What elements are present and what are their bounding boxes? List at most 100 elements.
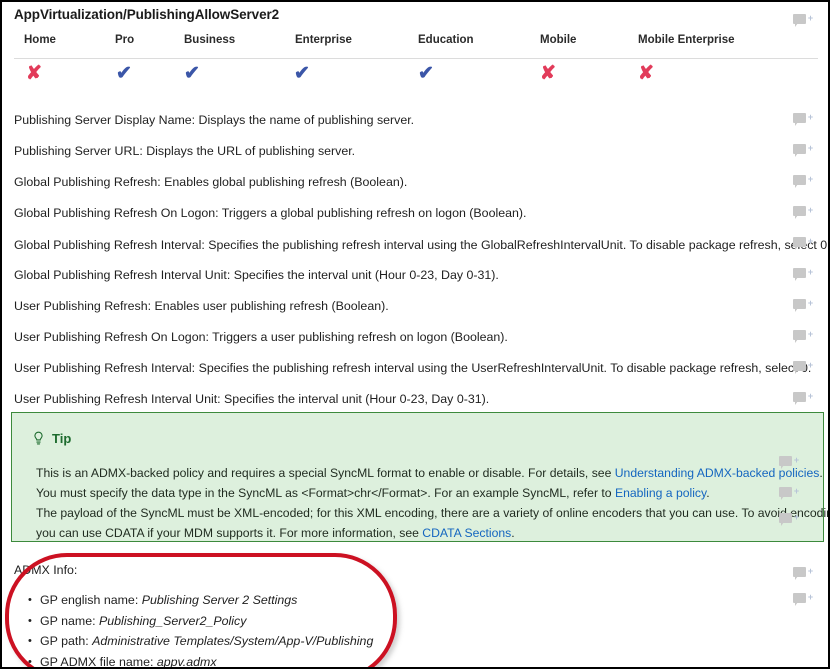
tip-text-line: You must specify the data type in the Sy… [36,483,710,503]
platform-column-header: Home [24,34,56,46]
tip-text: The payload of the SyncML must be XML-en… [36,506,830,520]
comment-add-icon[interactable]: + [793,592,815,606]
admx-item-value: Administrative Templates/System/App-V/Pu… [92,634,373,648]
policy-description-line: Publishing Server Display Name: Displays… [14,112,414,128]
policy-doc-page: AppVirtualization/PublishingAllowServer2… [0,0,830,669]
comment-add-icon[interactable]: + [793,360,815,374]
platform-column-header: Mobile Enterprise [638,34,735,46]
unsupported-cross-icon: ✘ [638,62,654,86]
speech-bubble-icon [793,593,806,603]
admx-info-label: ADMX Info: [14,563,77,577]
policy-description-line: User Publishing Refresh Interval: Specif… [14,360,811,376]
plus-icon: + [807,145,814,152]
unsupported-cross-icon: ✘ [540,62,556,86]
plus-icon: + [807,393,814,400]
comment-add-icon[interactable]: + [779,455,801,469]
lightbulb-icon [32,431,45,446]
tip-link[interactable]: Enabling a policy [615,486,706,500]
speech-bubble-icon [793,175,806,185]
policy-description-line: User Publishing Refresh: Enables user pu… [14,298,389,314]
tip-title: Tip [52,431,71,446]
supported-check-icon: ✔ [184,62,200,86]
tip-text: You must specify the data type in the Sy… [36,486,615,500]
speech-bubble-icon [793,14,806,24]
plus-icon: + [807,238,814,245]
tip-text: . [706,486,709,500]
admx-info-item: GP english name: Publishing Server 2 Set… [14,590,373,611]
admx-item-label: GP name: [40,614,99,628]
comment-add-icon[interactable]: + [779,512,801,526]
tip-text: . [511,526,514,540]
platform-column-header: Pro [115,34,134,46]
platform-header-row: Home Pro Business Enterprise Education Mobile… [2,34,830,56]
tip-text-line: you can use CDATA if your MDM supports i… [36,523,515,543]
supported-check-icon: ✔ [116,62,132,86]
comment-add-icon[interactable]: + [793,298,815,312]
tip-text-line: The payload of the SyncML must be XML-en… [36,503,830,523]
comment-add-icon[interactable]: + [793,143,815,157]
admx-item-label: GP path: [40,634,92,648]
page-title: AppVirtualization/PublishingAllowServer2 [14,7,279,22]
platform-column-header: Enterprise [295,34,352,46]
comment-add-icon[interactable]: + [793,205,815,219]
tip-link[interactable]: CDATA Sections [422,526,511,540]
admx-info-list: GP english name: Publishing Server 2 Set… [14,590,373,669]
policy-description-line: Global Publishing Refresh On Logon: Trig… [14,205,526,221]
admx-item-value: appv.admx [157,655,217,669]
plus-icon: + [807,176,814,183]
plus-icon: + [793,488,800,495]
platform-divider [14,58,818,59]
comment-add-icon[interactable]: + [793,329,815,343]
comment-add-icon[interactable]: + [793,391,815,405]
admx-item-label: GP english name: [40,593,142,607]
speech-bubble-icon [793,206,806,216]
plus-icon: + [807,207,814,214]
admx-item-value: Publishing Server 2 Settings [142,593,298,607]
speech-bubble-icon [793,392,806,402]
speech-bubble-icon [793,268,806,278]
tip-text: . [819,466,822,480]
supported-check-icon: ✔ [294,62,310,86]
platform-marks-row: ✘ ✔ ✔ ✔ ✔ ✘ ✘ [2,62,830,90]
plus-icon: + [793,457,800,464]
speech-bubble-icon [779,487,792,497]
speech-bubble-icon [779,513,792,523]
tip-text-line: This is an ADMX-backed policy and requir… [36,463,823,483]
supported-check-icon: ✔ [418,62,434,86]
policy-description-line: User Publishing Refresh On Logon: Trigge… [14,329,508,345]
comment-add-icon[interactable]: + [793,174,815,188]
unsupported-cross-icon: ✘ [26,62,42,86]
admx-item-label: GP ADMX file name: [40,655,157,669]
speech-bubble-icon [793,361,806,371]
policy-description-line: Global Publishing Refresh: Enables globa… [14,174,407,190]
comment-add-icon[interactable]: + [793,13,815,27]
admx-item-value: Publishing_Server2_Policy [99,614,246,628]
platform-column-header: Education [418,34,474,46]
speech-bubble-icon [779,456,792,466]
comment-add-icon[interactable]: + [779,486,801,500]
policy-description-line: User Publishing Refresh Interval Unit: S… [14,391,489,407]
speech-bubble-icon [793,567,806,577]
comment-add-icon[interactable]: + [793,112,815,126]
plus-icon: + [793,514,800,521]
comment-add-icon[interactable]: + [793,566,815,580]
speech-bubble-icon [793,113,806,123]
platform-column-header: Business [184,34,235,46]
admx-info-item: GP name: Publishing_Server2_Policy [14,611,373,632]
plus-icon: + [807,114,814,121]
speech-bubble-icon [793,330,806,340]
plus-icon: + [807,568,814,575]
plus-icon: + [807,269,814,276]
policy-description-line: Global Publishing Refresh Interval: Spec… [14,237,830,253]
policy-description-line: Publishing Server URL: Displays the URL … [14,143,355,159]
plus-icon: + [807,300,814,307]
plus-icon: + [807,15,814,22]
speech-bubble-icon [793,237,806,247]
comment-add-icon[interactable]: + [793,267,815,281]
plus-icon: + [807,331,814,338]
comment-add-icon[interactable]: + [793,236,815,250]
tip-callout: Tip This is an ADMX-backed policy and re… [11,412,824,542]
tip-text: you can use CDATA if your MDM supports i… [36,526,422,540]
plus-icon: + [807,594,814,601]
tip-text: This is an ADMX-backed policy and requir… [36,466,615,480]
